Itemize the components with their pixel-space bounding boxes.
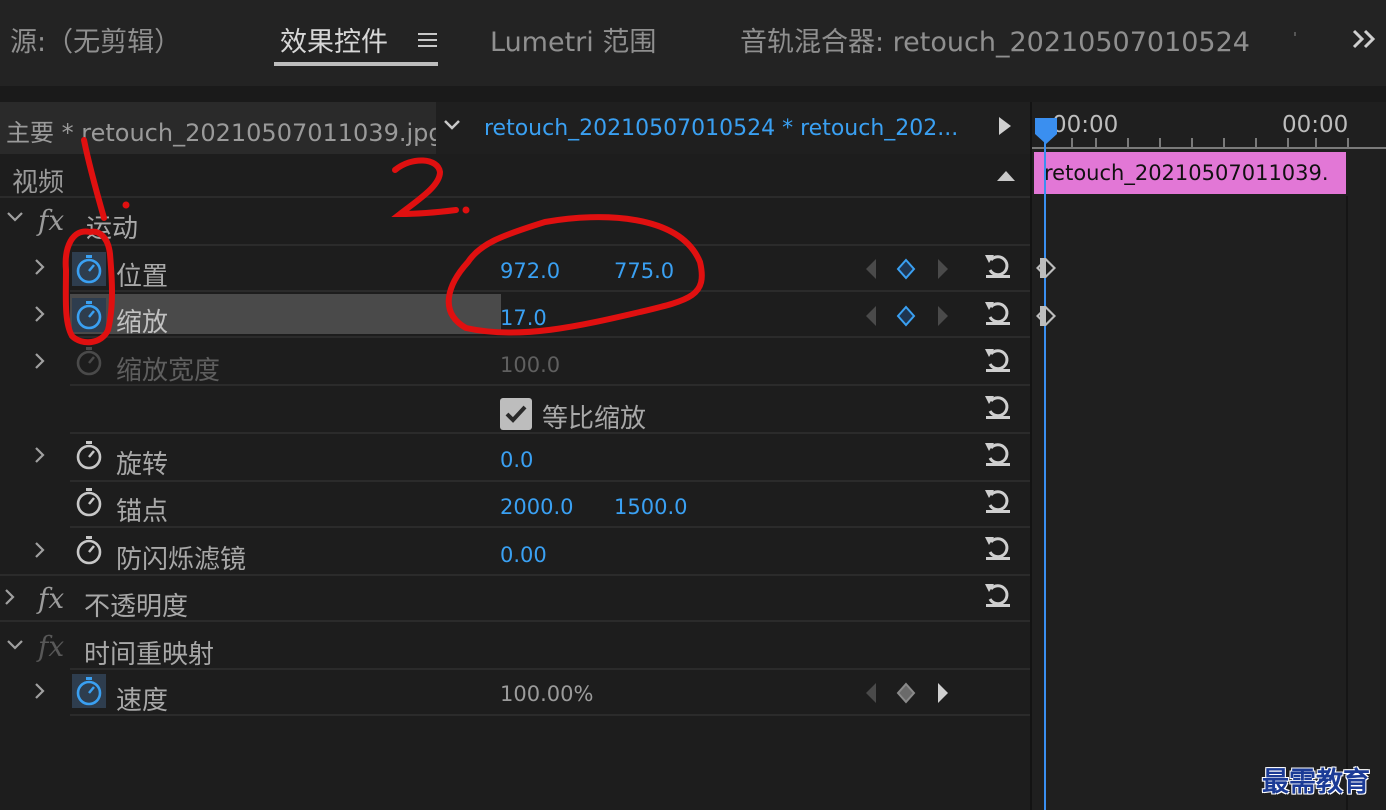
reset-parameter-icon[interactable] (982, 297, 1014, 327)
row-divider (0, 574, 1030, 576)
timeline-end-marker (1346, 196, 1348, 810)
prev-keyframe-icon[interactable] (864, 305, 878, 327)
stopwatch-icon[interactable] (74, 535, 104, 565)
prev-keyframe-icon[interactable] (864, 258, 878, 280)
rotation-value[interactable]: 0.0 (500, 448, 533, 472)
effect-name-time-remap: 时间重映射 (84, 640, 215, 670)
chevron-down-icon[interactable] (442, 118, 462, 132)
expand-chevron-icon[interactable] (34, 682, 46, 700)
stopwatch-icon[interactable] (74, 487, 104, 517)
row-divider (0, 620, 1030, 622)
reset-parameter-icon[interactable] (982, 579, 1014, 609)
row-divider (70, 526, 1030, 528)
row-divider (70, 432, 1030, 434)
timeline-area[interactable] (1032, 102, 1386, 810)
sequence-clip-link[interactable]: retouch_20210507010524 * retouch_202... (484, 116, 958, 141)
scale-value[interactable]: 17.0 (500, 306, 547, 330)
master-clip-label[interactable]: 主要 * retouch_20210507011039.jpg (6, 113, 444, 148)
tab-source[interactable]: 源:（无剪辑） (10, 20, 181, 59)
row-divider (70, 714, 1030, 716)
playhead-handle-icon[interactable] (1032, 116, 1060, 146)
add-keyframe-icon[interactable] (896, 682, 916, 704)
row-divider (70, 384, 1030, 386)
fx-badge-icon[interactable]: fx (38, 582, 64, 615)
expand-chevron-icon[interactable] (34, 541, 46, 559)
row-divider (70, 480, 1030, 482)
property-position-label: 位置 (116, 262, 169, 292)
reset-parameter-icon[interactable] (982, 250, 1014, 280)
tab-divider (1294, 32, 1296, 36)
playhead-line[interactable] (1044, 126, 1046, 810)
property-scale-label: 缩放 (116, 308, 169, 338)
fx-badge-icon[interactable]: fx (38, 204, 64, 237)
collapse-up-icon[interactable] (996, 170, 1016, 182)
next-keyframe-icon[interactable] (936, 305, 950, 327)
uniform-scale-label: 等比缩放 (542, 404, 647, 434)
overflow-tabs-icon[interactable] (1352, 28, 1378, 50)
reset-parameter-icon[interactable] (982, 438, 1014, 468)
tab-lumetri-scopes[interactable]: Lumetri 范围 (490, 20, 656, 59)
panel-menu-icon[interactable] (418, 30, 438, 50)
anchor-y-value[interactable]: 1500.0 (614, 495, 687, 519)
anti-flicker-value[interactable]: 0.00 (500, 543, 547, 567)
position-y-value[interactable]: 775.0 (614, 259, 674, 283)
stopwatch-icon[interactable] (74, 254, 104, 284)
prev-keyframe-icon[interactable] (864, 682, 878, 704)
anchor-x-value[interactable]: 2000.0 (500, 495, 573, 519)
position-x-value[interactable]: 972.0 (500, 259, 560, 283)
expand-chevron-icon[interactable] (34, 305, 46, 323)
speed-value[interactable]: 100.00% (500, 682, 593, 706)
expand-chevron-icon[interactable] (34, 446, 46, 464)
timeline-clip[interactable]: retouch_20210507011039. (1034, 152, 1346, 194)
property-speed-label: 速度 (116, 686, 169, 716)
expand-motion-chevron-icon[interactable] (6, 210, 24, 224)
stopwatch-icon[interactable] (74, 300, 104, 330)
add-keyframe-icon[interactable] (896, 305, 916, 327)
uniform-scale-checkbox[interactable] (500, 398, 532, 430)
scale-width-value: 100.0 (500, 353, 561, 377)
panel-splitter[interactable] (1030, 102, 1032, 810)
next-keyframe-icon[interactable] (936, 682, 950, 704)
timecode-start: 00:00 (1052, 112, 1119, 138)
row-divider (70, 290, 1030, 292)
reset-parameter-icon[interactable] (982, 391, 1014, 421)
property-rotation-label: 旋转 (116, 450, 169, 480)
keyframe-marker-icon[interactable] (1034, 256, 1058, 280)
effect-name-motion: 运动 (86, 214, 139, 244)
property-anti-flicker-label: 防闪烁滤镜 (116, 545, 247, 575)
fx-badge-disabled-icon: fx (38, 630, 65, 663)
property-anchor-label: 锚点 (116, 497, 169, 527)
row-divider (70, 336, 1030, 338)
expand-chevron-icon[interactable] (34, 352, 46, 370)
timecode-end: 00:00 (1282, 112, 1349, 138)
active-tab-underline (274, 62, 438, 66)
checkmark-icon (505, 405, 527, 423)
stopwatch-disabled-icon (74, 346, 104, 376)
play-only-clip-icon[interactable] (998, 116, 1012, 136)
add-keyframe-icon[interactable] (896, 258, 916, 280)
tab-effect-controls[interactable]: 效果控件 (280, 20, 388, 59)
row-divider (70, 244, 1030, 246)
tab-audio-track-mixer[interactable]: 音轨混合器: retouch_20210507010524 (740, 20, 1250, 59)
next-keyframe-icon[interactable] (936, 258, 950, 280)
stopwatch-icon[interactable] (74, 440, 104, 470)
keyframe-marker-icon[interactable] (1034, 304, 1058, 328)
video-section-label: 视频 (12, 168, 65, 198)
expand-chevron-icon[interactable] (6, 638, 24, 652)
watermark-logo: 最需教育 (1262, 767, 1370, 798)
row-divider (70, 668, 1030, 670)
reset-parameter-icon[interactable] (982, 485, 1014, 515)
expand-chevron-icon[interactable] (4, 588, 16, 606)
stopwatch-icon[interactable] (74, 676, 104, 706)
expand-chevron-icon[interactable] (34, 258, 46, 276)
panel-separator (0, 86, 1386, 102)
property-scale-width-label: 缩放宽度 (116, 356, 221, 386)
reset-parameter-icon[interactable] (982, 532, 1014, 562)
reset-parameter-icon[interactable] (982, 344, 1014, 374)
row-divider (0, 196, 1030, 198)
effect-name-opacity: 不透明度 (84, 592, 189, 622)
